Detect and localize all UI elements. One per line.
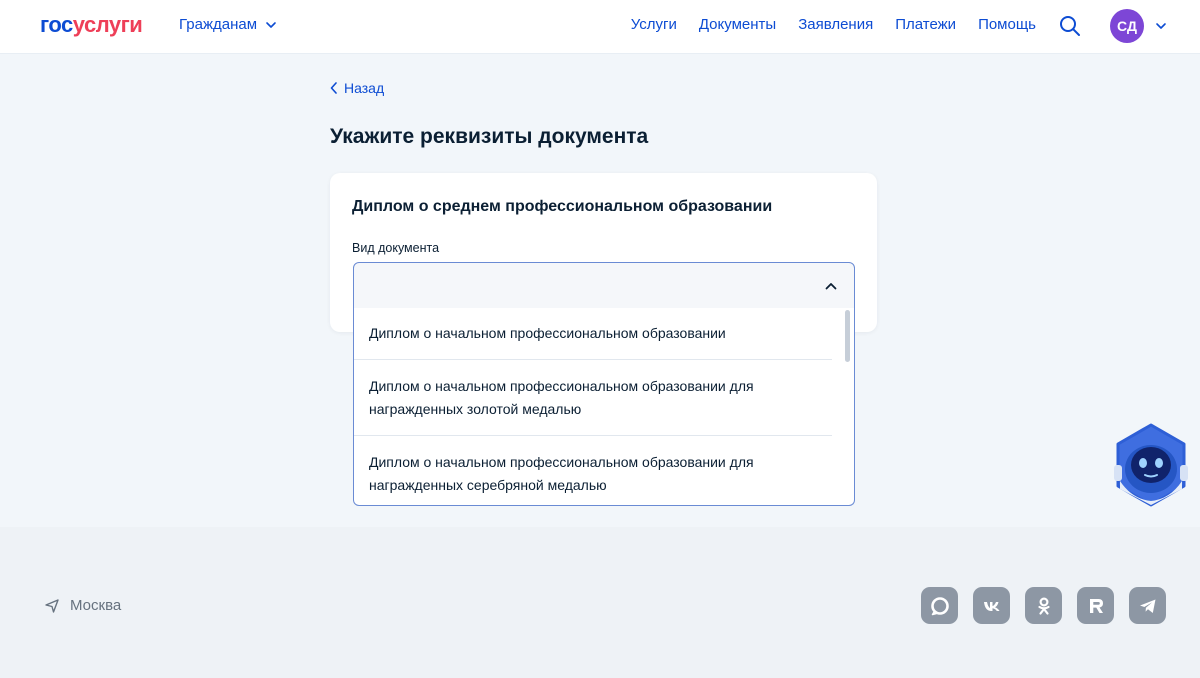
logo-text-uslugi: услуги [72, 12, 143, 37]
ok-icon[interactable] [1025, 587, 1062, 624]
back-link[interactable]: Назад [330, 80, 384, 96]
city-selector[interactable]: Москва [44, 597, 121, 614]
nav-item-services[interactable]: Услуги [631, 16, 677, 33]
dropdown-option[interactable]: Диплом о начальном профессиональном обра… [354, 360, 832, 436]
telegram-icon[interactable] [1129, 587, 1166, 624]
assistant-robot-icon[interactable] [1112, 423, 1190, 507]
dropdown-option[interactable]: Диплом о начальном профессиональном обра… [354, 308, 832, 360]
location-arrow-icon [45, 598, 59, 613]
document-type-dropdown: Диплом о начальном профессиональном обра… [353, 308, 855, 506]
audience-selector[interactable]: Гражданам [179, 16, 277, 33]
logo-text-gos: гос [40, 12, 73, 37]
audience-label: Гражданам [179, 16, 258, 33]
dropdown-scrollbar[interactable] [845, 310, 850, 362]
city-label: Москва [70, 597, 122, 614]
card-title: Диплом о среднем профессиональном образо… [352, 198, 773, 215]
nav-item-payments[interactable]: Платежи [895, 16, 956, 33]
search-icon[interactable] [1059, 15, 1081, 37]
main-nav: Услуги Документы Заявления Платежи Помощ… [631, 16, 1036, 33]
chevron-down-icon [266, 21, 276, 28]
chevron-up-icon [825, 283, 837, 290]
social-links [921, 587, 1166, 624]
field-label: Вид документа [352, 241, 440, 255]
page-title: Укажите реквизиты документа [330, 125, 649, 148]
top-header: госуслуги Гражданам Услуги Документы Зая… [0, 0, 1200, 54]
chevron-down-icon[interactable] [1154, 19, 1168, 33]
max-icon[interactable] [921, 587, 958, 624]
dropdown-option[interactable]: Диплом о начальном профессиональном обра… [354, 436, 832, 505]
nav-item-help[interactable]: Помощь [978, 16, 1036, 33]
gosuslugi-logo[interactable]: госуслуги [40, 12, 143, 38]
back-label: Назад [344, 80, 385, 96]
page-footer: Москва [0, 527, 1200, 678]
chevron-left-icon [330, 82, 337, 94]
vk-icon[interactable] [973, 587, 1010, 624]
nav-item-applications[interactable]: Заявления [798, 16, 873, 33]
nav-item-documents[interactable]: Документы [699, 16, 776, 33]
rutube-icon[interactable] [1077, 587, 1114, 624]
document-type-select[interactable] [353, 262, 855, 309]
user-avatar[interactable]: СД [1110, 9, 1144, 43]
